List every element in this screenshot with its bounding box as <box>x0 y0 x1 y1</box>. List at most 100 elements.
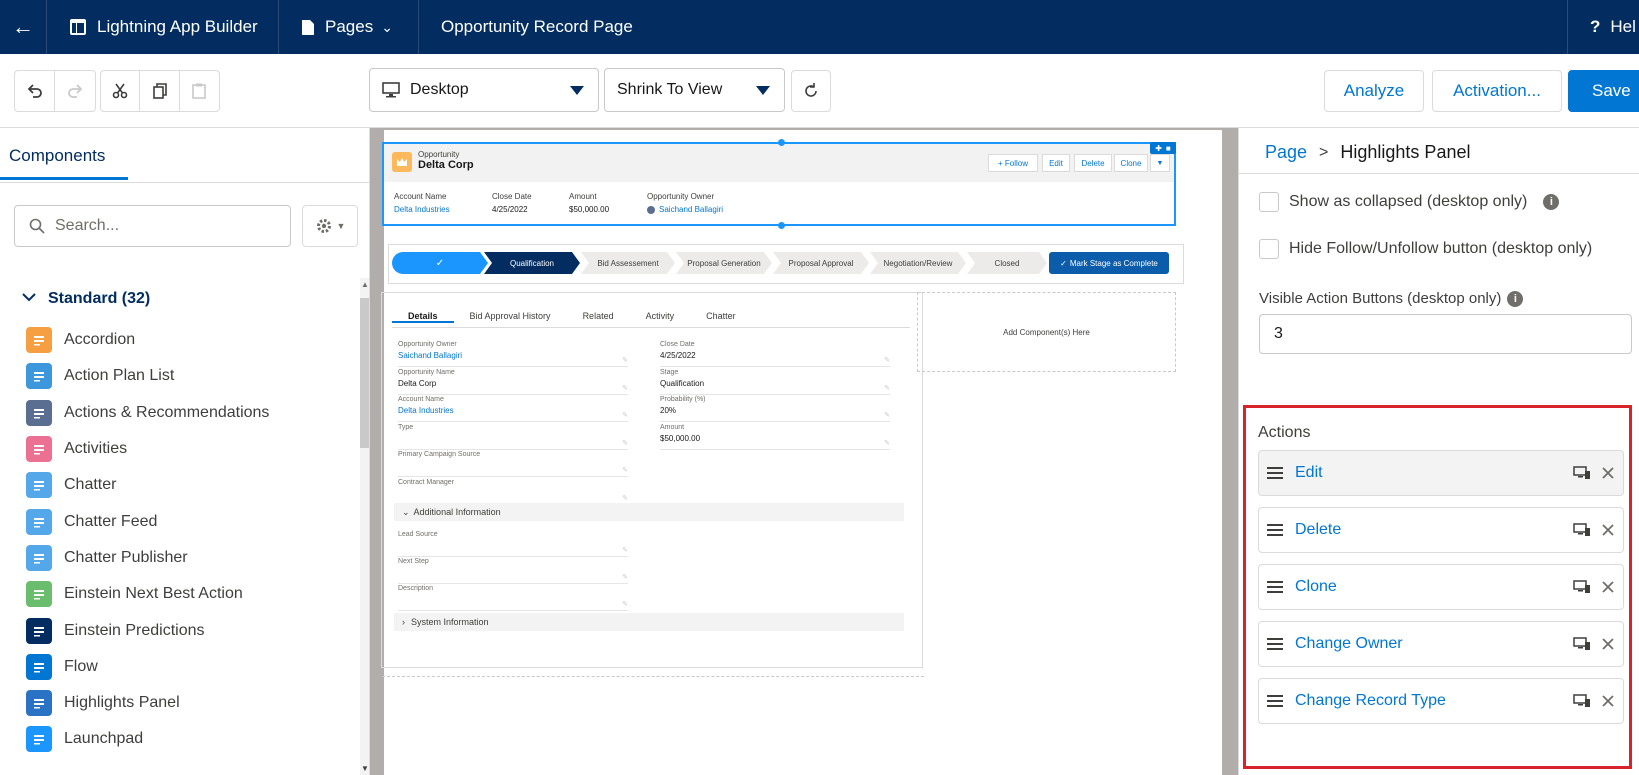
pencil-icon[interactable]: ✎ <box>622 546 628 554</box>
visible-buttons-input[interactable]: 3 <box>1259 314 1632 354</box>
hide-follow-option[interactable]: Hide Follow/Unfollow button (desktop onl… <box>1259 239 1592 259</box>
component-item-einstein-next-best-action[interactable]: Einstein Next Best Action <box>26 576 346 612</box>
more-actions-button[interactable]: ▼ <box>1150 154 1170 172</box>
drag-handle-icon[interactable] <box>1267 637 1283 651</box>
tab-related[interactable]: Related <box>567 307 630 323</box>
pages-menu[interactable]: Pages ⌄ <box>279 0 419 54</box>
save-button[interactable]: Save <box>1568 70 1639 112</box>
component-item-flow[interactable]: Flow <box>26 649 346 685</box>
field-account-name[interactable]: Account Name Delta Industries ✎ <box>398 396 628 422</box>
resize-handle[interactable] <box>778 222 785 229</box>
component-item-highlights-panel[interactable]: Highlights Panel <box>26 685 346 721</box>
field-next-step[interactable]: Next Step ✎ <box>398 558 628 584</box>
component-item-chatter-feed[interactable]: Chatter Feed <box>26 503 346 539</box>
component-item-chatter[interactable]: Chatter <box>26 467 346 503</box>
action-item-edit[interactable]: Edit <box>1258 450 1624 496</box>
resize-handle[interactable] <box>778 139 785 146</box>
field-contract-manager[interactable]: Contract Manager ✎ <box>398 479 628 505</box>
path-step-qualification[interactable]: Qualification <box>484 252 580 274</box>
cut-button[interactable] <box>101 71 141 111</box>
field-amount[interactable]: Amount $50,000.00 ✎ <box>660 424 890 450</box>
action-item-clone[interactable]: Clone <box>1258 564 1624 610</box>
field-lead-source[interactable]: Lead Source ✎ <box>398 531 628 557</box>
section-additional-information[interactable]: ⌄ Additional Information <box>394 503 904 521</box>
section-system-information[interactable]: › System Information <box>394 613 904 631</box>
component-item-action-plan-list[interactable]: Action Plan List <box>26 358 346 394</box>
device-visibility-icon[interactable] <box>1573 466 1591 480</box>
field-opportunity-name[interactable]: Opportunity Name Delta Corp ✎ <box>398 369 628 395</box>
back-button[interactable]: ← <box>0 0 47 54</box>
tab-bid-approval-history[interactable]: Bid Approval History <box>454 307 567 323</box>
drag-handle-icon[interactable] <box>1267 466 1283 480</box>
tab-activity[interactable]: Activity <box>630 307 691 323</box>
remove-icon[interactable] <box>1601 523 1615 537</box>
device-select[interactable]: Desktop <box>369 68 599 112</box>
pencil-icon[interactable]: ✎ <box>622 573 628 581</box>
analyze-button[interactable]: Analyze <box>1324 70 1424 112</box>
remove-icon[interactable] <box>1601 637 1615 651</box>
path-step-proposal-approval[interactable]: Proposal Approval <box>773 252 869 274</box>
pencil-icon[interactable]: ✎ <box>622 411 628 419</box>
drag-handle-icon[interactable] <box>1267 694 1283 708</box>
pencil-icon[interactable]: ✎ <box>622 600 628 608</box>
show-collapsed-checkbox[interactable] <box>1259 192 1279 212</box>
delete-button[interactable]: Delete <box>1074 154 1112 172</box>
edit-button[interactable]: Edit <box>1042 154 1070 172</box>
pencil-icon[interactable]: ✎ <box>884 356 890 364</box>
action-item-change-record-type[interactable]: Change Record Type <box>1258 678 1624 724</box>
component-actions[interactable]: ✚ ■ <box>1150 142 1176 154</box>
copy-button[interactable] <box>140 71 180 111</box>
component-item-actions-recommendations[interactable]: Actions & Recommendations <box>26 395 346 431</box>
highlights-panel-component[interactable]: Opportunity Delta Corp + Follow Edit Del… <box>382 139 1176 229</box>
device-visibility-icon[interactable] <box>1573 523 1591 537</box>
scroll-thumb[interactable] <box>360 298 369 448</box>
breadcrumb-page-link[interactable]: Page <box>1265 142 1307 163</box>
pencil-icon[interactable]: ✎ <box>884 384 890 392</box>
path-step-proposal-generation[interactable]: Proposal Generation <box>676 252 772 274</box>
field-primary-campaign-source[interactable]: Primary Campaign Source ✎ <box>398 451 628 477</box>
record-detail-component[interactable]: Details Bid Approval History Related Activi… <box>381 292 923 668</box>
component-item-activities[interactable]: Activities <box>26 431 346 467</box>
component-item-einstein-predictions[interactable]: Einstein Predictions <box>26 612 346 648</box>
path-step-closed[interactable]: Closed <box>967 252 1047 274</box>
mark-stage-complete-button[interactable]: ✓ Mark Stage as Complete <box>1049 252 1169 274</box>
help-menu[interactable]: ? Hel <box>1567 0 1639 54</box>
activation-button[interactable]: Activation... <box>1432 70 1562 112</box>
component-item-chatter-publisher[interactable]: Chatter Publisher <box>26 540 346 576</box>
field-value[interactable]: Delta Industries <box>398 406 628 415</box>
pencil-icon[interactable]: ✎ <box>622 384 628 392</box>
field-probability[interactable]: Probability (%) 20% ✎ <box>660 396 890 422</box>
remove-icon[interactable] <box>1601 466 1615 480</box>
view-mode-select[interactable]: Shrink To View <box>604 68 785 112</box>
field-stage[interactable]: Stage Qualification ✎ <box>660 369 890 395</box>
field-description[interactable]: Description ✎ <box>398 585 628 611</box>
action-item-change-owner[interactable]: Change Owner <box>1258 621 1624 667</box>
search-input[interactable]: Search... <box>14 205 291 247</box>
standard-section-toggle[interactable]: Standard (32) <box>22 290 150 308</box>
refresh-button[interactable] <box>791 70 831 112</box>
field-value[interactable]: Saichand Ballagiri <box>398 351 628 360</box>
undo-button[interactable] <box>15 71 55 111</box>
pencil-icon[interactable]: ✎ <box>622 356 628 364</box>
show-collapsed-option[interactable]: Show as collapsed (desktop only) i <box>1259 192 1560 212</box>
add-component-dropzone[interactable]: Add Component(s) Here <box>917 292 1176 372</box>
remove-icon[interactable] <box>1601 580 1615 594</box>
remove-icon[interactable] <box>1601 694 1615 708</box>
device-visibility-icon[interactable] <box>1573 637 1591 651</box>
action-item-delete[interactable]: Delete <box>1258 507 1624 553</box>
drag-handle-icon[interactable] <box>1267 523 1283 537</box>
pencil-icon[interactable]: ✎ <box>622 439 628 447</box>
pencil-icon[interactable]: ✎ <box>884 411 890 419</box>
scrollbar[interactable]: ▲ ▼ <box>360 278 369 775</box>
pencil-icon[interactable]: ✎ <box>884 439 890 447</box>
pencil-icon[interactable]: ✎ <box>622 494 628 502</box>
tab-details[interactable]: Details <box>392 307 454 323</box>
field-opportunity-owner[interactable]: Opportunity Owner Saichand Ballagiri ✎ <box>398 341 628 367</box>
device-visibility-icon[interactable] <box>1573 694 1591 708</box>
path-step-bid-assessement[interactable]: Bid Assessement <box>581 252 675 274</box>
tab-components[interactable]: Components <box>0 128 128 180</box>
component-item-accordion[interactable]: Accordion <box>26 322 346 358</box>
redo-button[interactable] <box>55 71 95 111</box>
device-visibility-icon[interactable] <box>1573 580 1591 594</box>
field-type[interactable]: Type ✎ <box>398 424 628 450</box>
